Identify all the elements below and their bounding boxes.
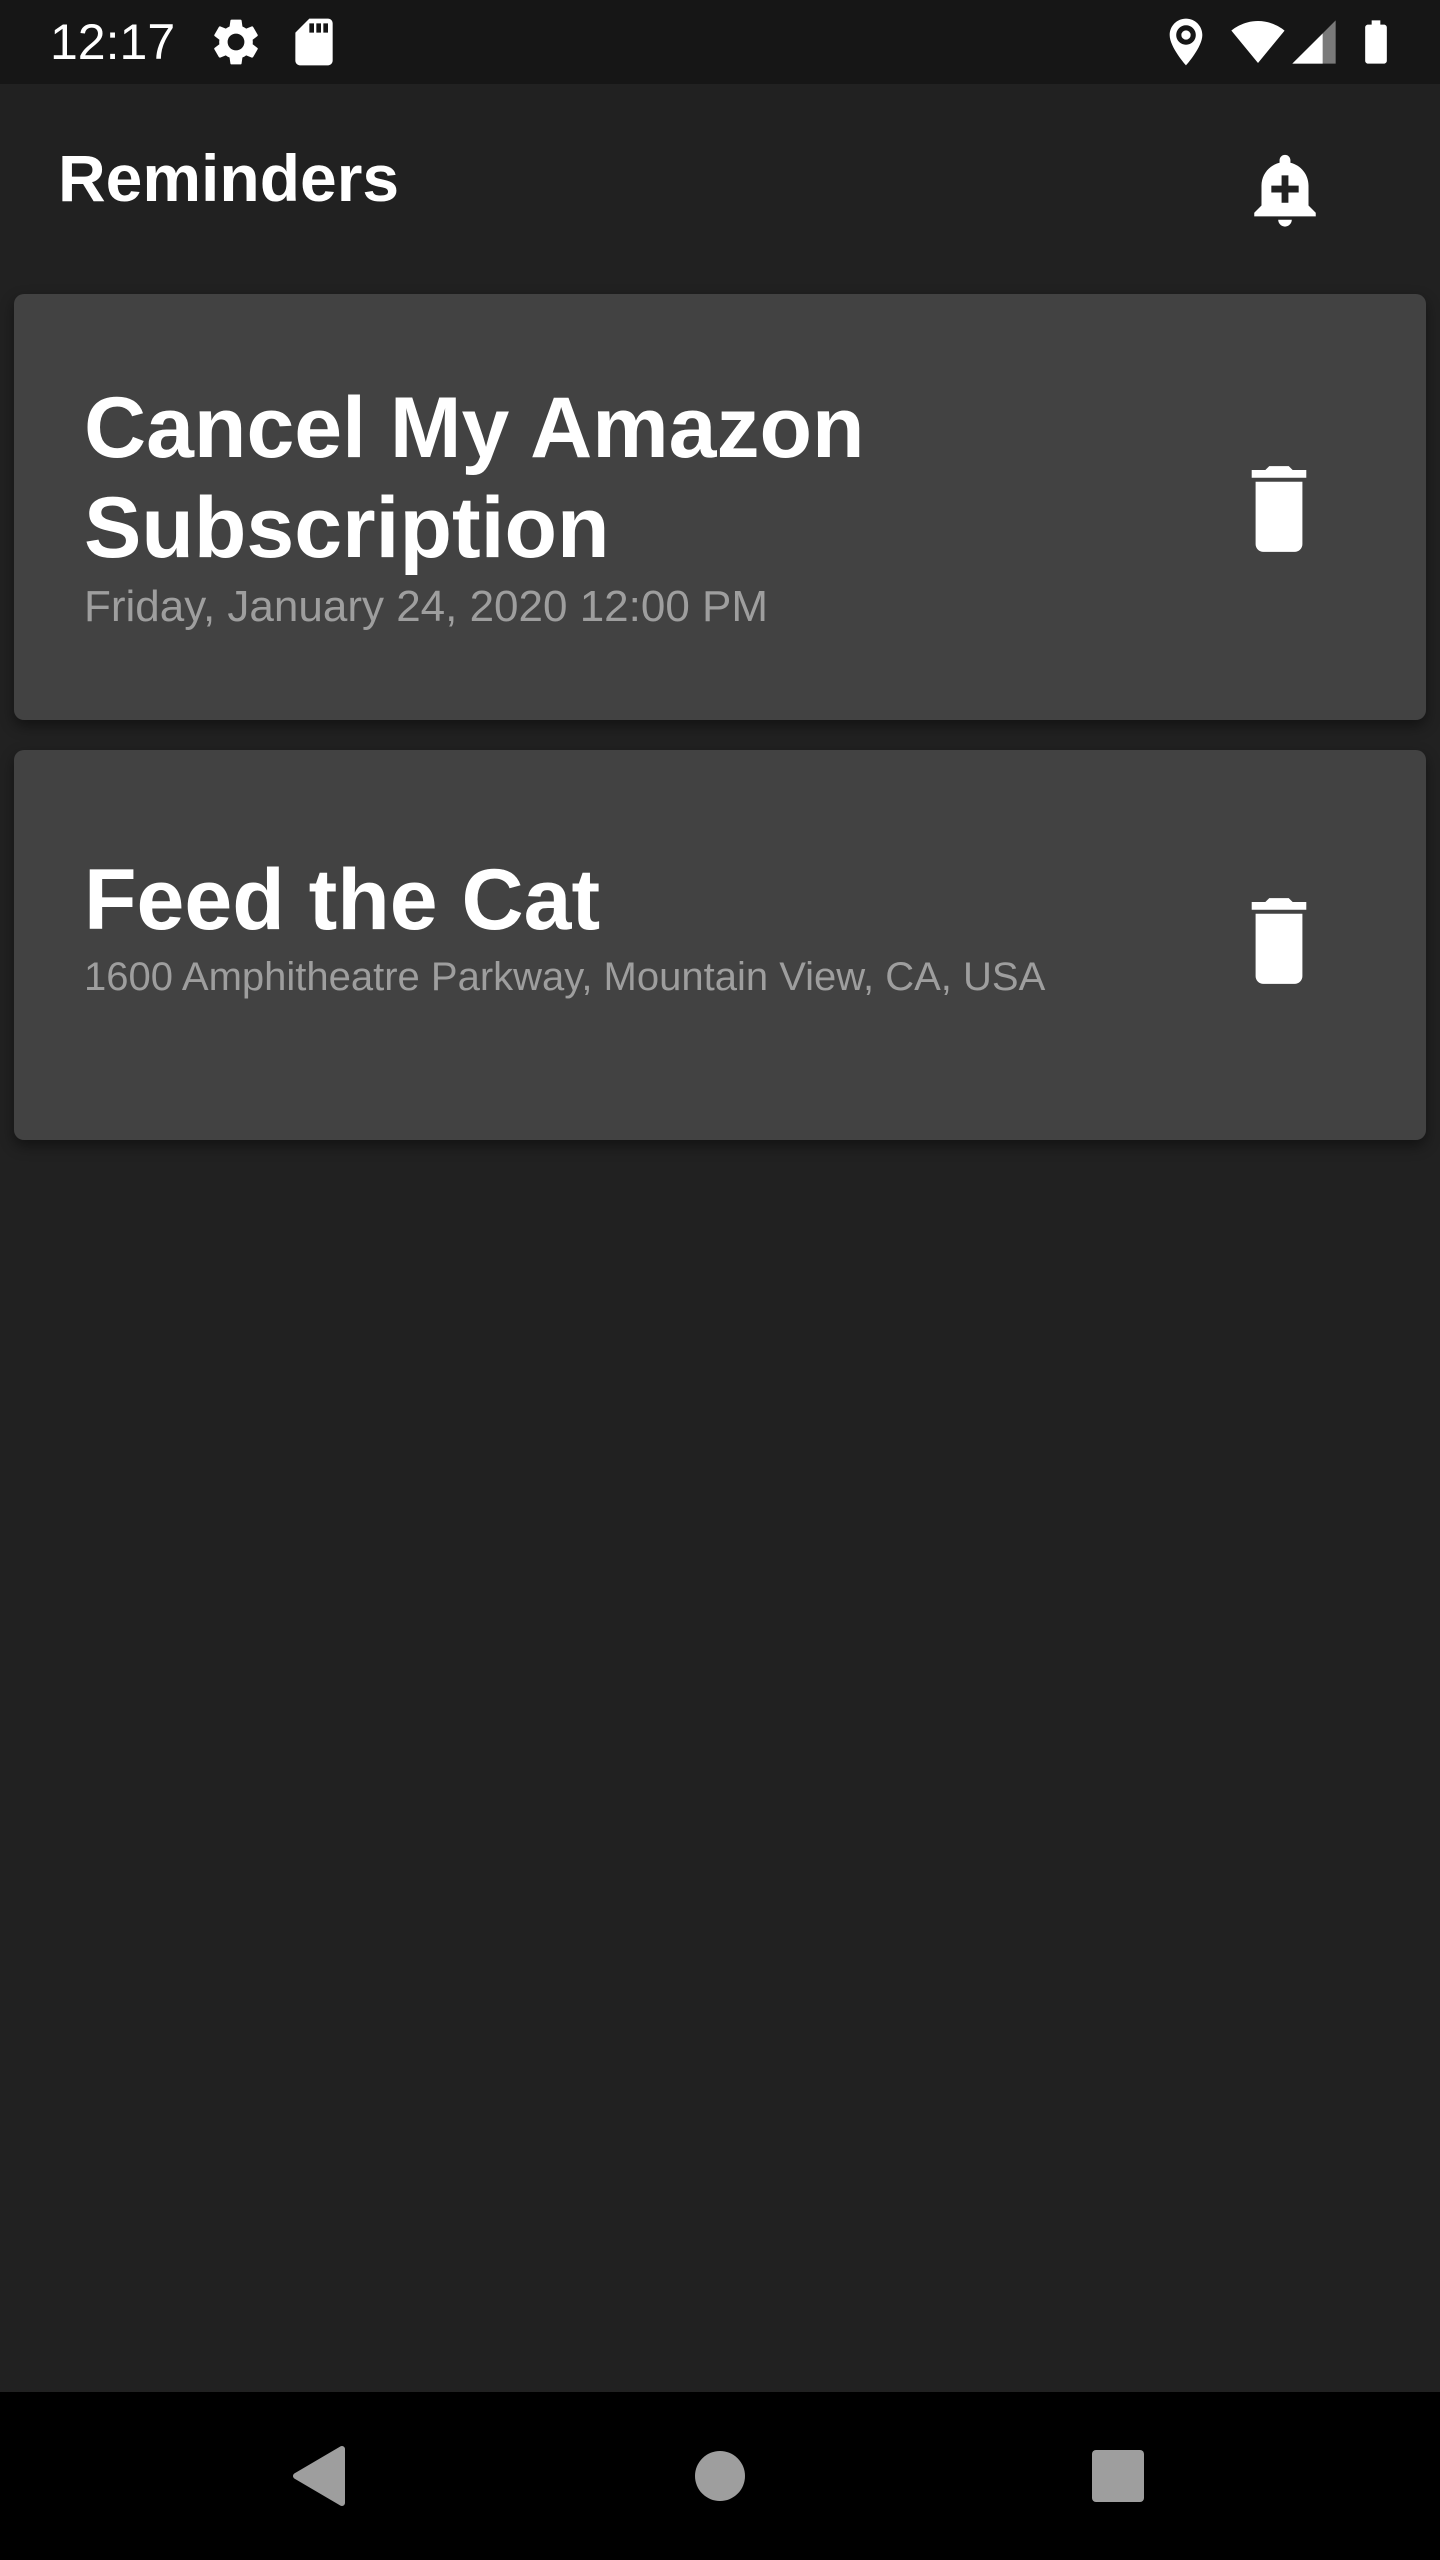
status-bar: 12:17	[0, 0, 1440, 84]
page-title: Reminders	[58, 141, 400, 215]
reminder-title: Cancel My Amazon Subscription	[84, 380, 865, 576]
battery-icon	[1350, 14, 1402, 70]
trash-icon	[1251, 466, 1307, 552]
gear-icon	[208, 14, 264, 70]
recents-icon	[1092, 2450, 1144, 2502]
reminders-screen: 12:17 Reminders Cancel My Amazon Subscri…	[0, 0, 1440, 2560]
app-bar: Reminders	[0, 84, 1440, 280]
reminder-location: 1600 Amphitheatre Parkway, Mountain View…	[84, 955, 1046, 999]
trash-icon	[1251, 898, 1307, 984]
home-icon	[695, 2451, 745, 2501]
reminder-title: Feed the Cat	[84, 852, 601, 948]
reminder-card[interactable]: Feed the Cat 1600 Amphitheatre Parkway, …	[14, 750, 1426, 1140]
recents-button[interactable]	[1068, 2426, 1168, 2526]
back-icon	[293, 2446, 345, 2506]
reminder-card[interactable]: Cancel My Amazon Subscription Friday, Ja…	[14, 294, 1426, 720]
home-button[interactable]	[670, 2426, 770, 2526]
wifi-icon	[1226, 14, 1290, 70]
delete-reminder-button[interactable]	[1224, 454, 1334, 564]
location-icon	[1158, 14, 1214, 70]
add-reminder-button[interactable]	[1230, 134, 1340, 244]
back-button[interactable]	[268, 2426, 368, 2526]
cell-signal-icon	[1288, 14, 1340, 70]
sd-card-icon	[286, 14, 342, 70]
add-alert-icon	[1254, 154, 1316, 227]
reminder-datetime: Friday, January 24, 2020 12:00 PM	[84, 582, 769, 631]
status-time: 12:17	[50, 14, 176, 70]
navigation-bar	[0, 2392, 1440, 2560]
delete-reminder-button[interactable]	[1224, 886, 1334, 996]
